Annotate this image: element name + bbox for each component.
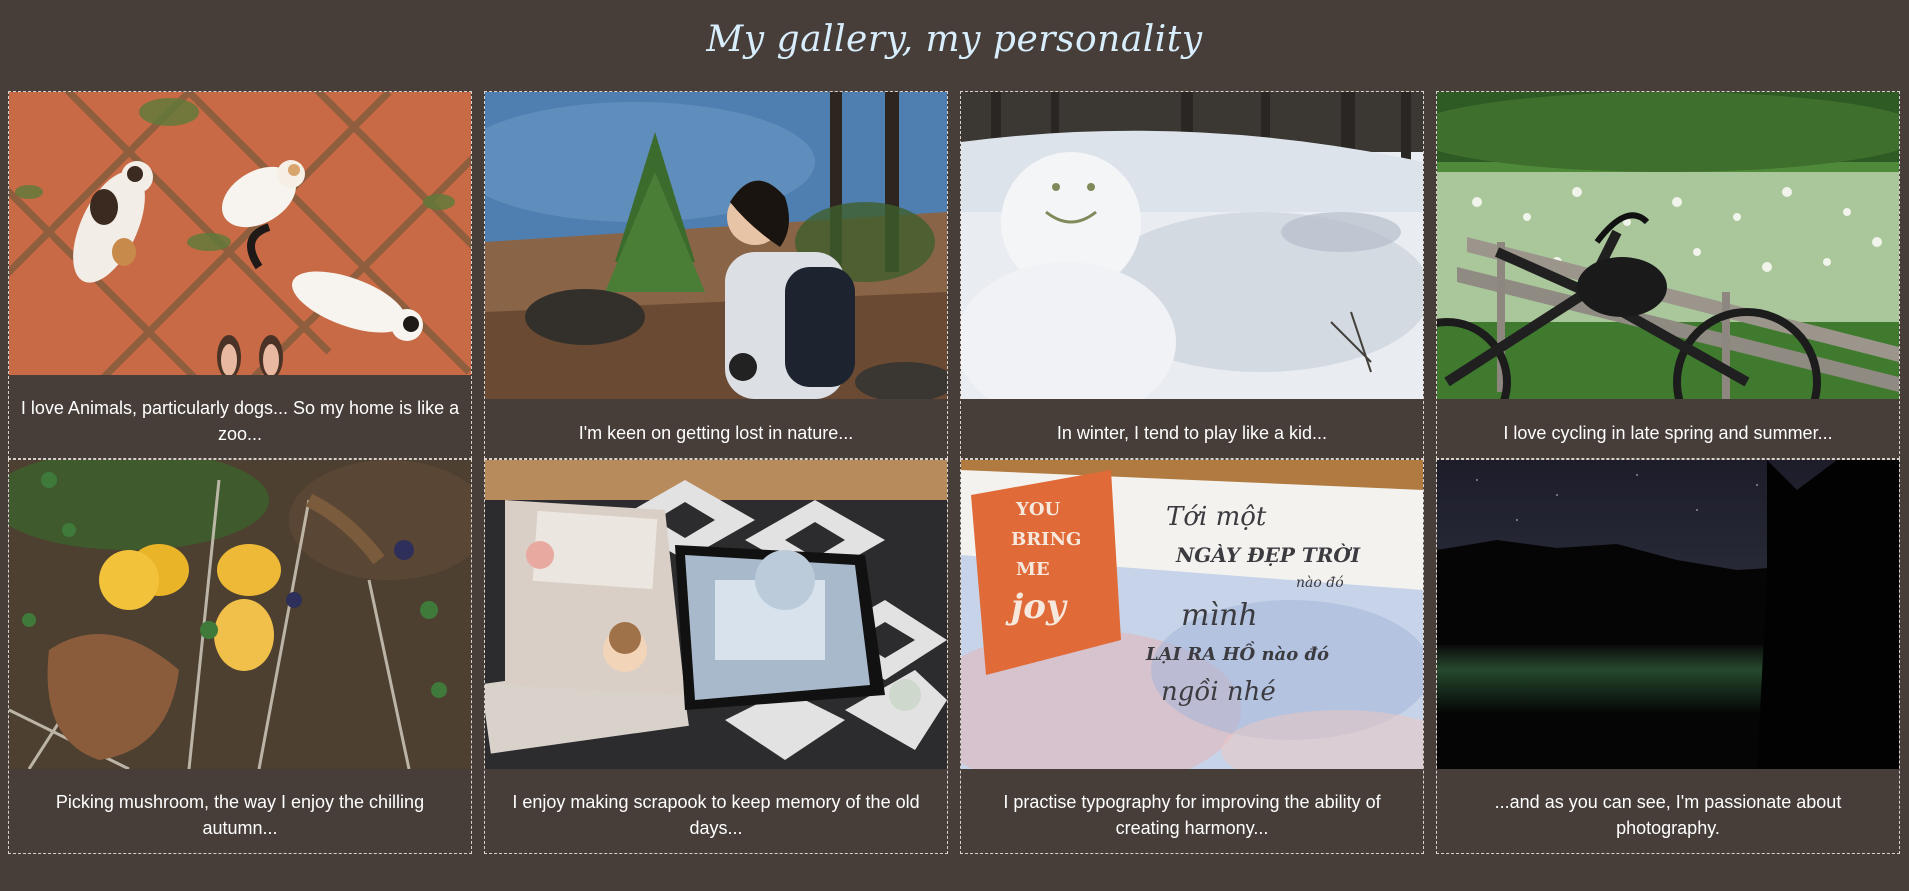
card-caption: I love cycling in late spring and summer… (1503, 423, 1833, 443)
handwriting-line: nào đó (1296, 575, 1344, 591)
handwriting-line: Tới một (1166, 502, 1267, 532)
handwriting-line: NGÀY ĐẸP TRỜI (1175, 542, 1361, 567)
typography-card-photo[interactable]: YOU BRING ME joy Tới một NGÀY ĐẸP TRỜI n… (961, 460, 1423, 769)
card-caption: I'm keen on getting lost in nature... (578, 423, 854, 443)
aurora-night-lake-photo[interactable] (1437, 460, 1899, 769)
gallery-card[interactable]: I love Animals, particularly dogs... So … (8, 91, 472, 459)
card-caption: ...and as you can see, I'm passionate ab… (1494, 792, 1842, 838)
card-caption: I practise typography for improving the … (1003, 792, 1381, 838)
card-caption: Picking mushroom, the way I enjoy the ch… (55, 792, 425, 838)
handwriting-line: LẠI RA HỒ nào đó (1145, 640, 1329, 665)
gallery-card[interactable]: I love cycling in late spring and summer… (1436, 91, 1900, 459)
gallery-card[interactable]: YOU BRING ME joy Tới một NGÀY ĐẸP TRỜI n… (960, 459, 1424, 854)
badge-line: BRING (1011, 529, 1081, 550)
card-caption: I love Animals, particularly dogs... So … (20, 398, 460, 444)
badge-line: joy (1005, 587, 1068, 627)
mushrooms-photo[interactable] (9, 460, 471, 769)
hiker-by-lake-photo[interactable] (485, 92, 947, 399)
gallery-card[interactable]: ...and as you can see, I'm passionate ab… (1436, 459, 1900, 854)
gallery-card[interactable]: Picking mushroom, the way I enjoy the ch… (8, 459, 472, 854)
gallery-card[interactable]: I'm keen on getting lost in nature... (484, 91, 948, 459)
cats-on-tile-floor-photo[interactable] (9, 92, 471, 375)
badge-line: ME (1016, 559, 1050, 580)
scrapbook-photo[interactable] (485, 460, 947, 769)
card-caption: In winter, I tend to play like a kid... (1056, 423, 1328, 443)
gallery-card[interactable]: I enjoy making scrapook to keep memory o… (484, 459, 948, 854)
bicycle-flower-field-photo[interactable] (1437, 92, 1899, 399)
card-caption: I enjoy making scrapook to keep memory o… (512, 792, 920, 838)
handwriting-line: mình (1181, 598, 1258, 633)
gallery-card[interactable]: In winter, I tend to play like a kid... (960, 91, 1424, 459)
snowman-photo[interactable] (961, 92, 1423, 399)
badge-line: YOU (1015, 499, 1061, 520)
handwriting-line: ngồi nhé (1161, 677, 1276, 707)
page-title: My gallery, my personality (706, 19, 1203, 60)
